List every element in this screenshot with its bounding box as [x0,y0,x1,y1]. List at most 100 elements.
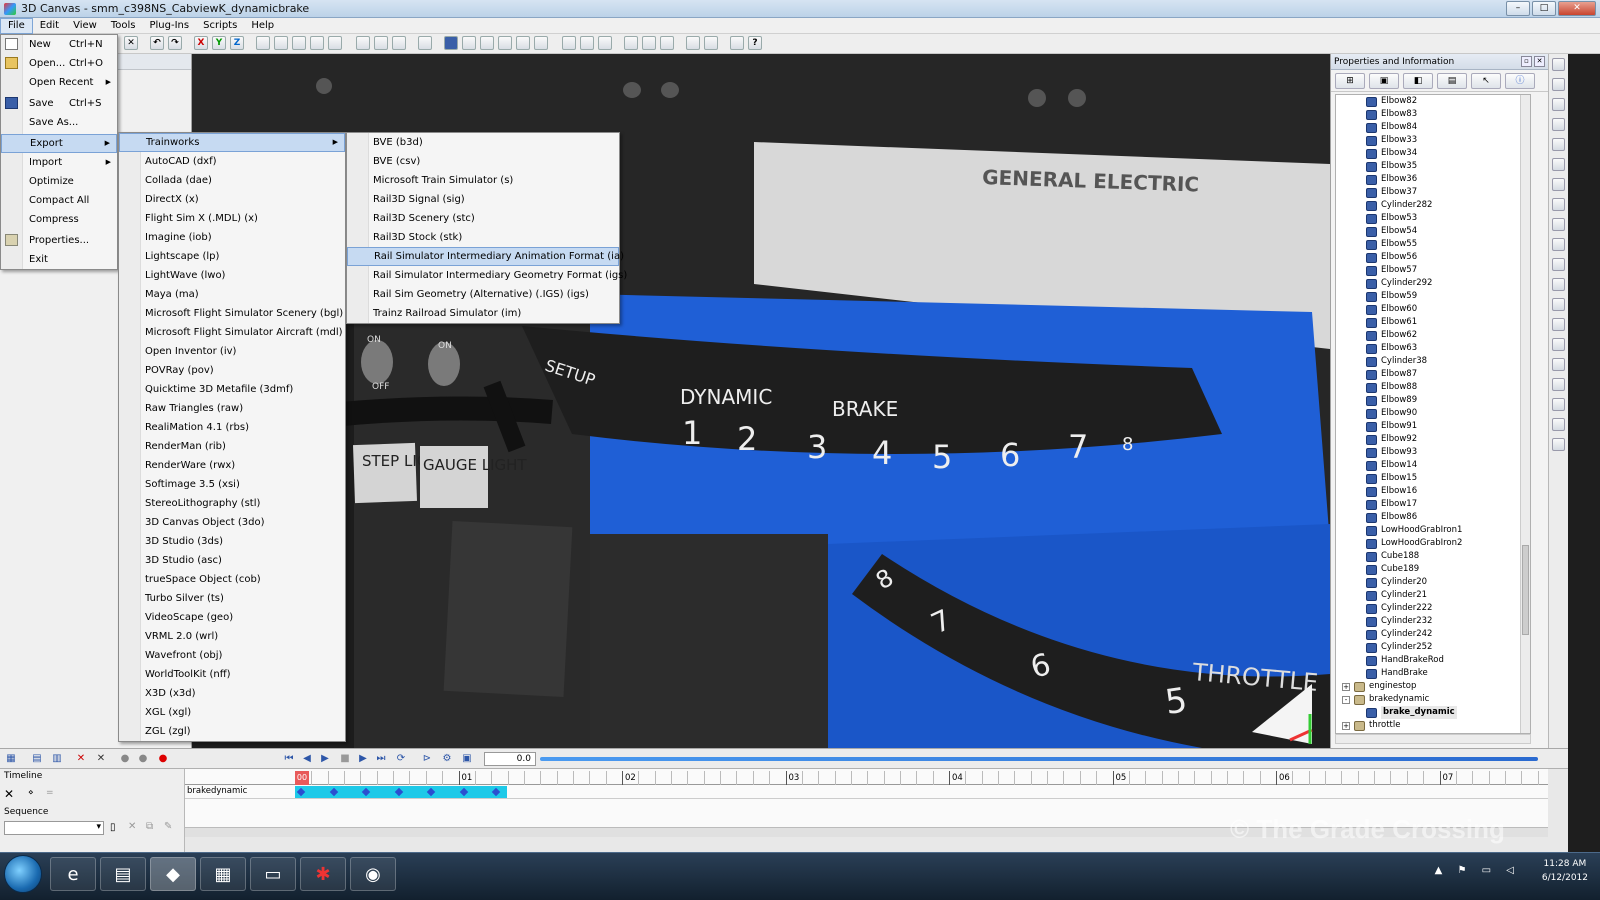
cylinder-icon[interactable] [1552,378,1565,391]
export-item[interactable]: Raw Triangles (raw) [119,399,345,418]
group-icon[interactable] [1552,318,1565,331]
redo-icon[interactable]: ↷ [168,36,182,50]
export-item[interactable]: Quicktime 3D Metafile (3dmf) [119,380,345,399]
info-icon[interactable]: ⓘ [1505,73,1535,89]
menu-help[interactable]: Help [244,18,281,34]
undo-icon[interactable]: ↶ [150,36,164,50]
system-tray[interactable]: ▲ ⚑ ▭ ◁ [1435,865,1520,876]
settings-icon[interactable] [730,36,744,50]
export-item[interactable]: Wavefront (obj) [119,646,345,665]
sequence-select[interactable] [4,821,104,835]
edit-sequence-icon[interactable]: ✎ [164,821,172,832]
tree-item[interactable]: Elbow93 [1336,446,1530,459]
key-diamond-icon[interactable]: ⋄ [28,788,34,798]
tree-item[interactable]: Elbow33 [1336,134,1530,147]
tree-item[interactable]: Elbow88 [1336,381,1530,394]
pointer-icon[interactable] [1552,58,1565,71]
cursor-icon[interactable]: ↖ [1471,73,1501,89]
expand-icon[interactable]: + [1342,721,1350,730]
move-icon[interactable] [418,36,432,50]
menu-edit[interactable]: Edit [33,18,66,34]
time-input[interactable]: 0.0 [484,752,536,766]
keyframe-marker[interactable] [361,787,371,797]
menu-file[interactable]: File [0,17,33,34]
current-frame-marker[interactable]: 00 [295,771,309,785]
export-item[interactable]: Maya (ma) [119,285,345,304]
delete-sequence-icon[interactable]: ✕ [128,821,136,832]
tree-horizontal-scrollbar[interactable] [1335,734,1531,744]
x-axis-icon[interactable]: X [194,36,208,50]
panel-pin-button[interactable]: ▫ [1521,56,1532,67]
trainworks-item[interactable]: Rail Simulator Intermediary Geometry For… [347,266,627,285]
explorer-icon[interactable]: ▤ [100,857,146,891]
menu-item-import[interactable]: Import ▶ [1,153,117,172]
cube-icon[interactable] [444,36,458,50]
export-item[interactable]: Microsoft Flight Simulator Scenery (bgl) [119,304,345,323]
material-icon[interactable]: ◧ [1403,73,1433,89]
menu-item-export[interactable]: Export ▶ [1,134,117,153]
track-keyframes[interactable] [295,786,507,798]
tree-item[interactable]: Cube189 [1336,563,1530,576]
tree-item[interactable]: brake_dynamic [1336,706,1530,719]
tree-item[interactable]: Cylinder222 [1336,602,1530,615]
menu-item-compress[interactable]: Compress [1,210,117,229]
close-button[interactable]: ✕ [1558,1,1596,16]
tree-item[interactable]: Cylinder252 [1336,641,1530,654]
y-axis-icon[interactable]: Y [212,36,226,50]
paint-icon[interactable] [580,36,594,50]
image-icon[interactable] [562,36,576,50]
trainworks-item[interactable]: Rail3D Signal (sig) [347,190,619,209]
keyframe-marker[interactable] [426,787,436,797]
panel-close-button[interactable]: ✕ [1534,56,1545,67]
tree-item[interactable]: Elbow36 [1336,173,1530,186]
minimize-button[interactable]: – [1506,1,1530,16]
frame-icon[interactable] [328,36,342,50]
export-item[interactable]: POVRay (pov) [119,361,345,380]
tree-item[interactable]: LowHoodGrabIron2 [1336,537,1530,550]
clock[interactable]: 11:28 AM 6/12/2012 [1542,857,1588,885]
keyframe-marker[interactable] [459,787,468,797]
menu-item-compact-all[interactable]: Compact All [1,191,117,210]
tree-item[interactable]: Elbow37 [1336,186,1530,199]
next-frame-icon[interactable]: ▶ [356,752,370,766]
copy-icon[interactable] [642,36,656,50]
tree-item[interactable]: Elbow34 [1336,147,1530,160]
camera-icon[interactable] [498,36,512,50]
path-icon[interactable] [534,36,548,50]
tree-group[interactable]: + enginestop [1336,680,1530,693]
menu-item-save[interactable]: Save Ctrl+S [1,94,117,113]
stop-icon[interactable]: ■ [338,752,352,766]
ie-icon[interactable]: e [50,857,96,891]
cut-icon[interactable]: ✕ [124,36,138,50]
tree-item[interactable]: Cylinder242 [1336,628,1530,641]
zoom-extents-icon[interactable] [310,36,324,50]
z-axis-icon[interactable]: Z [230,36,244,50]
tree-item[interactable]: Elbow87 [1336,368,1530,381]
tree-view-icon[interactable]: ⊞ [1335,73,1365,89]
menu-tools[interactable]: Tools [104,18,143,34]
export-item[interactable]: Trainworks ▶ [119,133,345,152]
tree-group[interactable]: + throttle [1336,719,1530,732]
timeline-ruler[interactable]: 00 01 02 03 04 05 06 07 [185,771,1548,785]
export-item[interactable]: Open Inventor (iv) [119,342,345,361]
paste-icon[interactable] [660,36,674,50]
trainworks-item[interactable]: Rail3D Scenery (stc) [347,209,619,228]
dotted-rect-icon[interactable] [1552,98,1565,111]
last-frame-icon[interactable]: ⏭ [374,752,388,766]
export-item[interactable]: RealiMation 4.1 (rbs) [119,418,345,437]
tree-item[interactable]: Elbow86 [1336,511,1530,524]
key-dot-icon[interactable]: ● [118,752,132,766]
first-frame-icon[interactable]: ⏮ [282,752,296,766]
trainworks-item[interactable]: Rail Simulator Intermediary Animation Fo… [347,247,624,266]
light-icon[interactable] [516,36,530,50]
menu-item-optimize[interactable]: Optimize [1,172,117,191]
trainworks-item[interactable]: Rail Sim Geometry (Alternative) (.IGS) (… [347,285,619,304]
chrome-icon[interactable]: ◉ [350,857,396,891]
tree-item[interactable]: Elbow59 [1336,290,1530,303]
snap-icon[interactable] [374,36,388,50]
tree-item[interactable]: Cylinder232 [1336,615,1530,628]
render-icon[interactable] [704,36,718,50]
help-icon[interactable]: ? [748,36,762,50]
export-item[interactable]: trueSpace Object (cob) [119,570,345,589]
export-item[interactable]: AutoCAD (dxf) [119,152,345,171]
